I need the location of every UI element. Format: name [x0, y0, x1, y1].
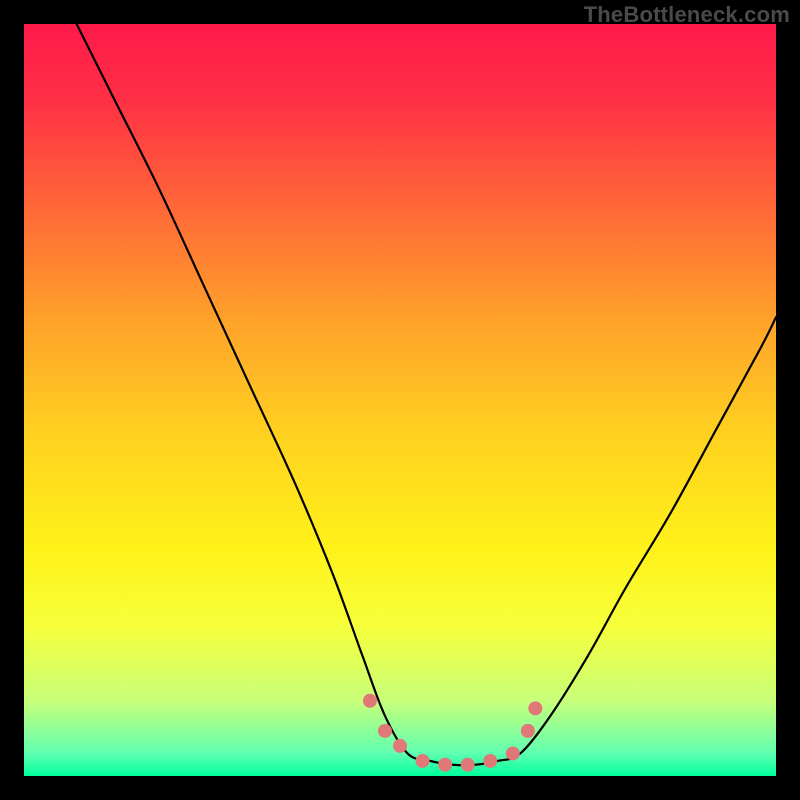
chart-svg — [24, 24, 776, 776]
marker-dot — [416, 754, 430, 768]
marker-dot — [363, 694, 377, 708]
marker-dot — [378, 724, 392, 738]
marker-dot — [521, 724, 535, 738]
marker-dot — [393, 739, 407, 753]
watermark-text: TheBottleneck.com — [584, 2, 790, 28]
marker-dot — [438, 758, 452, 772]
marker-dot — [506, 746, 520, 760]
marker-dot — [483, 754, 497, 768]
plot-area — [24, 24, 776, 776]
gradient-background — [24, 24, 776, 776]
marker-dot — [528, 701, 542, 715]
chart-frame: TheBottleneck.com — [0, 0, 800, 800]
marker-dot — [461, 758, 475, 772]
